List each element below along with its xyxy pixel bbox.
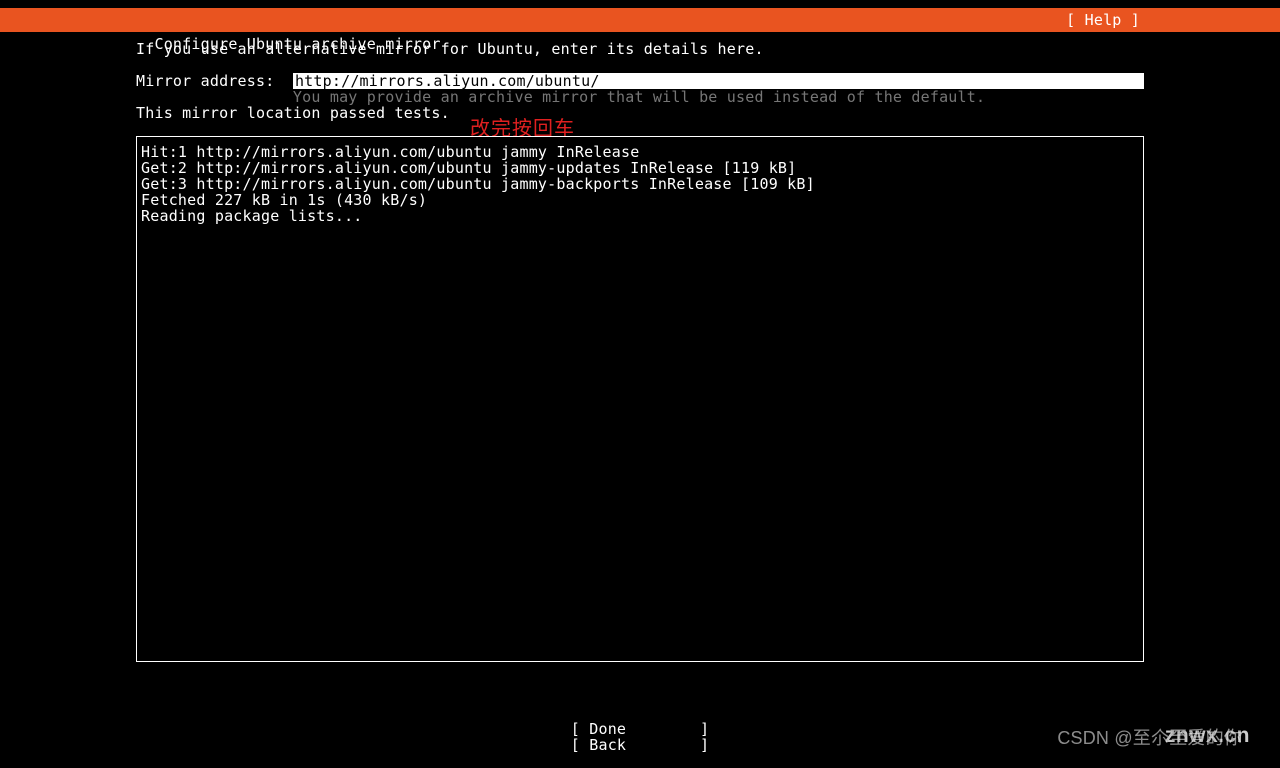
log-output-box: Hit:1 http://mirrors.aliyun.com/ubuntu j… — [136, 136, 1144, 662]
mirror-test-status: This mirror location passed tests. — [136, 105, 1144, 121]
mirror-address-row: Mirror address: — [136, 73, 1144, 89]
mirror-hint: You may provide an archive mirror that w… — [136, 89, 1144, 105]
log-output-text: Hit:1 http://mirrors.aliyun.com/ubuntu j… — [141, 144, 1139, 224]
mirror-address-label: Mirror address: — [136, 73, 293, 89]
mirror-address-input[interactable] — [293, 73, 1144, 89]
content-area: If you use an alternative mirror for Ubu… — [0, 32, 1280, 662]
help-link[interactable]: [ Help ] — [1066, 8, 1140, 32]
watermark-csdn: CSDN @至尒至爱的你 — [1057, 724, 1242, 750]
letterbox-top — [0, 0, 1280, 8]
titlebar: Configure Ubuntu archive mirror [ Help ] — [0, 8, 1280, 32]
page-title: Configure Ubuntu archive mirror — [154, 35, 440, 53]
back-button[interactable]: [ Back ] — [571, 737, 709, 753]
done-button[interactable]: [ Done ] — [571, 721, 709, 737]
spacer — [136, 57, 1144, 73]
